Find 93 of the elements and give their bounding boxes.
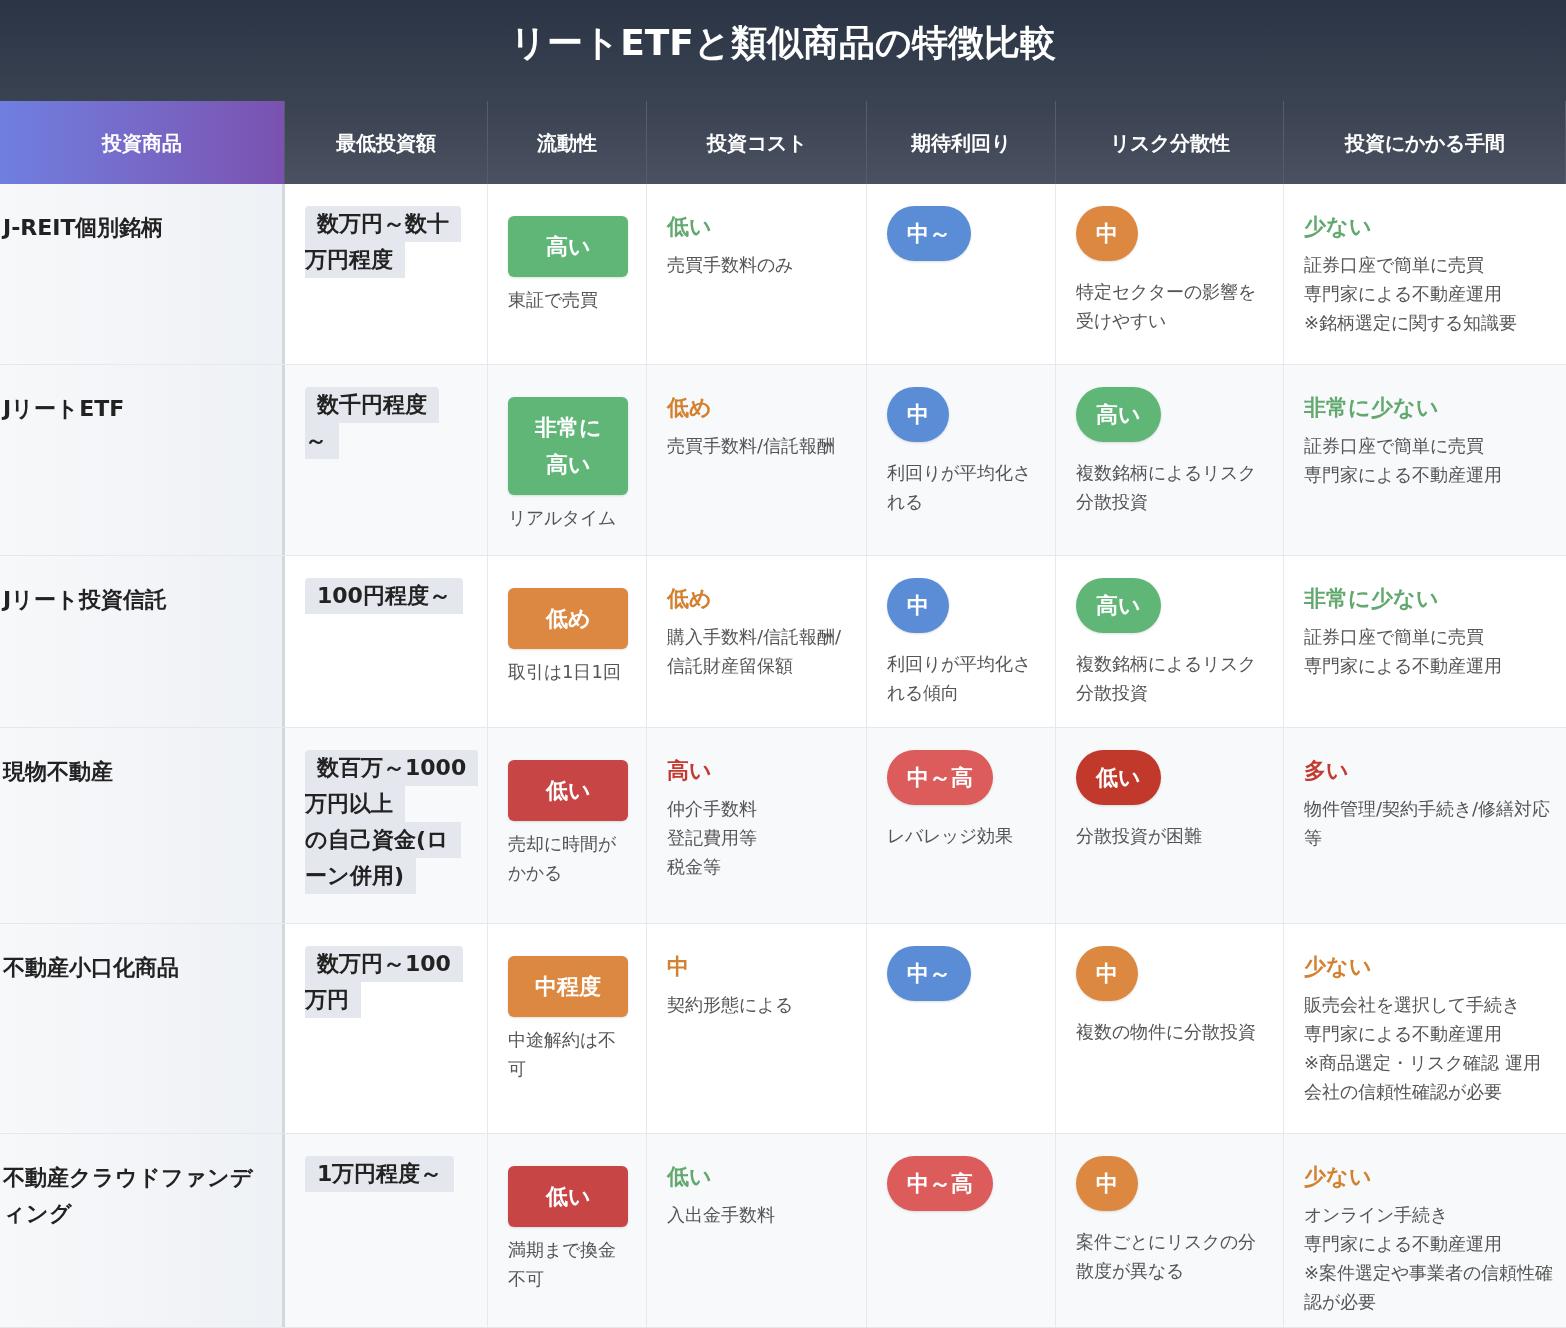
- rating-badge: 高い: [508, 216, 628, 277]
- min-investment: 数万円～100: [305, 946, 463, 982]
- min-investment: 万円以上: [305, 786, 405, 822]
- note-text: 売却に時間がかかる: [508, 832, 617, 885]
- note-text: 複数銘柄によるリスク分散投資: [1076, 652, 1257, 705]
- min-investment: 100円程度～: [305, 578, 463, 614]
- note-text: 売買手数料/信託報酬: [667, 434, 837, 458]
- min-investment: の自己資金(ロ: [305, 822, 462, 858]
- note-text: 販売会社を選択して手続き: [1304, 993, 1521, 1017]
- note-text: 複数銘柄によるリスク分散投資: [1076, 461, 1257, 514]
- rating-label: 少ない: [1304, 213, 1373, 241]
- rating-badge: 中: [1076, 206, 1138, 261]
- product-name: JリートETF: [3, 396, 125, 421]
- note-text: 取引は1日1回: [508, 660, 622, 684]
- column-header: 期待利回り: [867, 101, 1056, 184]
- note-text: 利回りが平均化される傾向: [887, 652, 1032, 705]
- min-investment: 数百万～1000: [305, 750, 479, 786]
- rating-label: 高い: [667, 757, 713, 785]
- rating-badge: 中: [1076, 946, 1138, 1001]
- note-text: 中途解約は不可: [508, 1028, 617, 1081]
- note-text: 東証で売買: [508, 288, 599, 312]
- rating-label: 多い: [1304, 757, 1350, 785]
- note-text: ※銘柄選定に関する知識要: [1304, 311, 1519, 335]
- rating-badge: 中～: [887, 206, 971, 261]
- min-investment: ～: [305, 423, 339, 459]
- product-name: Jリート投資信託: [3, 587, 168, 612]
- note-text: 複数の物件に分散投資: [1076, 1020, 1257, 1044]
- product-name: 現物不動産: [3, 759, 113, 784]
- rating-label: 低い: [667, 213, 713, 241]
- note-text: 購入手数料/信託報酬/信託財産留保額: [667, 625, 843, 678]
- column-header: 投資商品: [0, 101, 285, 184]
- note-text: 仲介手数料: [667, 797, 758, 821]
- rating-badge: 非常に高い: [508, 397, 628, 495]
- rating-badge: 低い: [508, 1166, 628, 1227]
- rating-label: 低い: [667, 1163, 713, 1191]
- product-name: J-REIT個別銘柄: [3, 215, 164, 240]
- note-text: 物件管理/契約手続き/修繕対応等: [1304, 797, 1552, 850]
- min-investment: ーン併用): [305, 858, 417, 894]
- rating-badge: 中程度: [508, 956, 628, 1017]
- rating-badge: 高い: [1076, 578, 1161, 633]
- rating-badge: 中: [887, 387, 949, 442]
- min-investment: 1万円程度～: [305, 1156, 455, 1192]
- column-header: リスク分散性: [1056, 101, 1284, 184]
- rating-badge: 高い: [1076, 387, 1161, 442]
- note-text: 専門家による不動産運用: [1304, 463, 1503, 487]
- note-text: 売買手数料のみ: [667, 253, 794, 277]
- rating-label: 少ない: [1304, 953, 1373, 981]
- note-text: 専門家による不動産運用: [1304, 1232, 1503, 1256]
- min-investment: 万円: [305, 982, 361, 1018]
- rating-label: 非常に少ない: [1304, 585, 1440, 613]
- note-text: リアルタイム: [508, 506, 617, 530]
- note-text: オンライン手続き: [1304, 1203, 1449, 1227]
- note-text: 専門家による不動産運用: [1304, 654, 1503, 678]
- note-text: 専門家による不動産運用: [1304, 282, 1503, 306]
- note-text: 特定セクターの影響を受けやすい: [1076, 280, 1257, 333]
- rating-label: 少ない: [1304, 1163, 1373, 1191]
- product-name: 不動産クラウドファンディング: [3, 1165, 253, 1226]
- note-text: 証券口座で簡単に売買: [1304, 253, 1485, 277]
- rating-badge: 中～高: [887, 1156, 993, 1211]
- rating-label: 中: [667, 953, 690, 981]
- rating-label: 低め: [667, 394, 713, 422]
- page-title: リートETFと類似商品の特徴比較: [510, 21, 1056, 65]
- note-text: ※商品選定・リスク確認 運用会社の信頼性確認が必要: [1304, 1051, 1542, 1104]
- rating-badge: 低い: [508, 760, 628, 821]
- rating-label: 非常に少ない: [1304, 394, 1440, 422]
- note-text: 満期まで換金不可: [508, 1238, 617, 1291]
- rating-badge: 低め: [508, 588, 628, 649]
- column-header: 投資にかかる手間: [1284, 101, 1566, 184]
- note-text: 税金等: [667, 855, 722, 879]
- product-name: 不動産小口化商品: [3, 955, 179, 980]
- note-text: 証券口座で簡単に売買: [1304, 625, 1485, 649]
- rating-badge: 中～高: [887, 750, 993, 805]
- note-text: ※案件選定や事業者の信頼性確認が必要: [1304, 1261, 1555, 1314]
- note-text: 利回りが平均化される: [887, 461, 1032, 514]
- rating-badge: 低い: [1076, 750, 1161, 805]
- note-text: 専門家による不動産運用: [1304, 1022, 1503, 1046]
- note-text: 登記費用等: [667, 826, 758, 850]
- note-text: 入出金手数料: [667, 1203, 776, 1227]
- rating-label: 低め: [667, 585, 713, 613]
- note-text: レバレッジ効果: [887, 824, 1014, 848]
- note-text: 契約形態による: [667, 993, 794, 1017]
- rating-badge: 中: [887, 578, 949, 633]
- min-investment: 数万円～数十: [305, 206, 461, 242]
- note-text: 証券口座で簡単に売買: [1304, 434, 1485, 458]
- column-header: 最低投資額: [285, 101, 488, 184]
- rating-badge: 中～: [887, 946, 971, 1001]
- column-header: 投資コスト: [647, 101, 867, 184]
- note-text: 分散投資が困難: [1076, 824, 1203, 848]
- min-investment: 万円程度: [305, 242, 405, 278]
- note-text: 案件ごとにリスクの分散度が異なる: [1076, 1230, 1257, 1283]
- min-investment: 数千円程度: [305, 387, 439, 423]
- column-header: 流動性: [488, 101, 647, 184]
- rating-badge: 中: [1076, 1156, 1138, 1211]
